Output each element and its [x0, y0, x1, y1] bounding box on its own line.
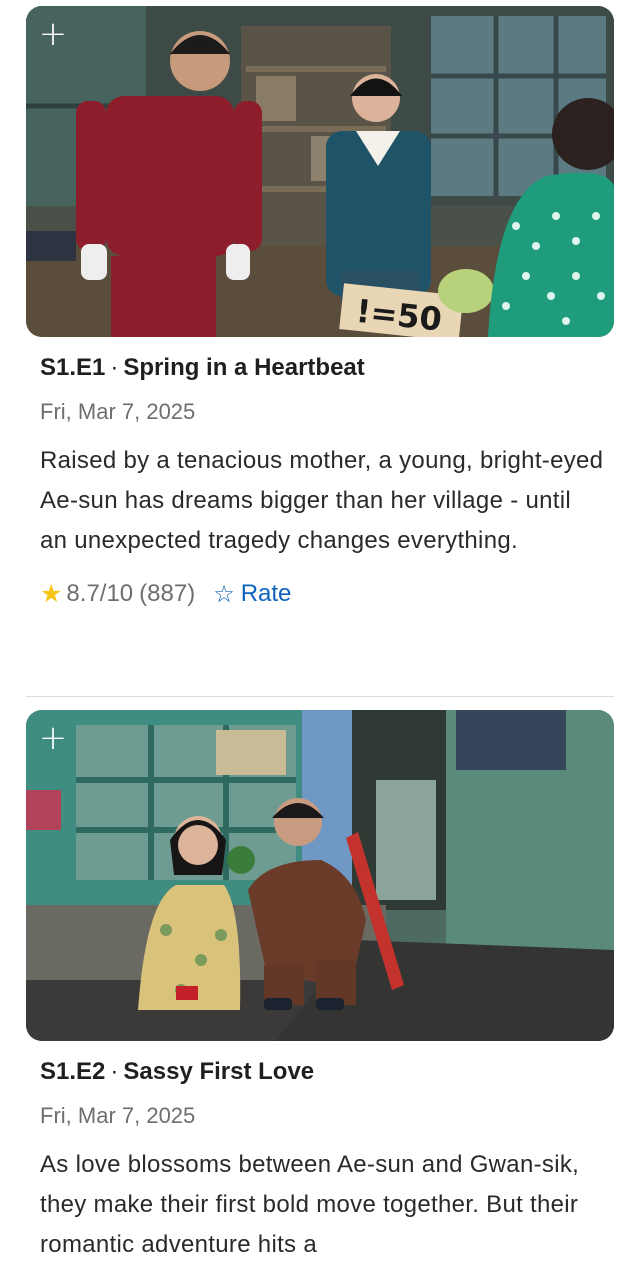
episode-description: Raised by a tenacious mother, a young, b…: [40, 447, 604, 554]
episode-code: S1.E1: [40, 354, 106, 381]
rating-score: 8.7/10: [66, 579, 134, 607]
episode-feed: !=50 + S1.E1 · Spring in a Heartbeat Fri…: [0, 0, 640, 1280]
scene-alley: [26, 710, 614, 1041]
add-to-watchlist-button[interactable]: +: [26, 6, 80, 62]
plus-icon: +: [38, 718, 68, 758]
rating-row: ★ 8.7/10 (887) ☆ Rate: [40, 579, 614, 608]
episode-card[interactable]: + S1.E2 · Sassy First Love Fri, Mar 7, 202…: [26, 710, 614, 1265]
episode-code: S1.E2: [40, 1058, 106, 1085]
scene-market-shop: !=50: [26, 6, 614, 337]
rate-button[interactable]: ☆ Rate: [213, 580, 291, 608]
title-separator: ·: [110, 354, 119, 381]
episode-name: Sassy First Love: [123, 1058, 315, 1085]
episode-name: Spring in a Heartbeat: [123, 354, 365, 381]
episode-title[interactable]: S1.E1 · Spring in a Heartbeat: [40, 354, 614, 382]
episode-divider: [26, 696, 614, 697]
star-outline-icon: ☆: [213, 579, 235, 608]
star-filled-icon: ★: [40, 579, 63, 608]
rating-count: (887): [139, 579, 196, 607]
episode-still-image[interactable]: +: [26, 710, 614, 1041]
price-sign-text: !=50: [354, 292, 443, 337]
add-to-watchlist-button[interactable]: +: [26, 710, 80, 766]
rate-label: Rate: [240, 579, 292, 607]
episode-title[interactable]: S1.E2 · Sassy First Love: [40, 1058, 614, 1086]
title-separator: ·: [110, 1058, 119, 1085]
plus-icon: +: [38, 14, 68, 54]
air-date: Fri, Mar 7, 2025: [40, 399, 196, 424]
episode-card[interactable]: !=50 + S1.E1 · Spring in a Heartbeat Fri…: [26, 6, 614, 608]
air-date: Fri, Mar 7, 2025: [40, 1103, 196, 1128]
episode-description: As love blossoms between Ae-sun and Gwan…: [40, 1151, 580, 1258]
episode-still-image[interactable]: !=50 +: [26, 6, 614, 337]
